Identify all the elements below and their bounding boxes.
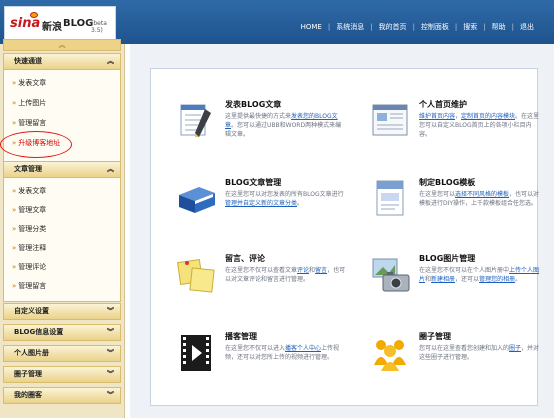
feature-desc-text: ，还可以	[455, 276, 480, 283]
logo-beta-text: (beta 3.5)	[91, 20, 107, 34]
feature-title[interactable]: BLOG图片管理	[419, 253, 475, 264]
feature-desc-text: 在这里您不仅可以进入	[225, 345, 286, 352]
collapse-button[interactable]: ︽	[3, 39, 121, 51]
logo-xinlang-text: 新浪	[42, 22, 62, 33]
feature-link[interactable]: 圈子	[509, 345, 521, 352]
chevron-up-icon: ︽	[107, 57, 114, 65]
nav-my-homepage[interactable]: 我的首页	[373, 22, 413, 32]
nav-logout[interactable]: 退出	[514, 22, 540, 32]
feature-title[interactable]: 制定BLOG模板	[419, 177, 475, 188]
feature-desc-text: 在这里您不仅可以在个人图片册中	[419, 267, 510, 274]
people-group-icon[interactable]	[369, 331, 413, 375]
feature-desc-text: 在这里您不仅可以查看文章	[225, 267, 298, 274]
section-title: 快速通道	[14, 57, 42, 65]
sidebar-item-post-article[interactable]: » 发表文章	[12, 186, 46, 196]
feature-desc: 在这里您不仅可以进入播客个人中心上传视频，还可以对您所上传的视频进行管理。	[225, 344, 347, 362]
feature-link[interactable]: 留言	[315, 267, 327, 274]
feature-desc: 在这里您可以对您发表的所有BLOG文章进行管理并自定义新的文章分类。	[225, 190, 347, 208]
feature-desc-text: 在这里您可以	[419, 191, 456, 198]
feature-desc-text: 。	[297, 200, 304, 207]
feature-link[interactable]: 定制首页的内容模块	[461, 113, 515, 120]
article-management-list: » 发表文章 » 管理文章 » 管理分类 » 管理注释 » 管理评论 » 管理留言	[3, 178, 121, 302]
feature-link[interactable]: 管理并自定义新的文章分类	[225, 200, 297, 207]
sidebar: ︽ 快速通道 ︽ » 发表文章 » 上传图片 » 管理留言 » 升级博客地址 文章管理 …	[0, 39, 125, 418]
feature-desc: 您可以在这里查看您创建和加入的圈子，并对这些圈子进行管理。	[419, 344, 541, 362]
feature-desc-text: 您可以在这里查看您创建和加入的	[419, 345, 510, 352]
feature-desc: 在这里您不仅可以查看文章评论和留言，也可以对文章评论和留言进行管理。	[225, 266, 347, 284]
content-panel: 发表BLOG文章 这里提供最快捷的方式来发表您的BLOG文章。您可以通过UBB和…	[150, 68, 541, 406]
top-nav: HOME | 系统消息 | 我的首页 | 控制面板 | 搜索 | 帮助 | 退出	[295, 22, 540, 32]
feature-desc-text: 。您可以通过UBB和WORD两种模式来编辑文章。	[225, 122, 342, 138]
webpage-icon[interactable]	[369, 99, 413, 143]
feature-desc: 在这里您不仅可以在个人图片册中上传个人图片和新建相册，还可以管理您的相册。	[419, 266, 541, 284]
feature-desc-text: 在这里您可以对您发表的所有BLOG文章进行	[225, 191, 344, 198]
feature-link[interactable]: 维护首页内容	[419, 113, 455, 120]
feature-desc: 维护首页内容，定制首页的内容模块。在这里您可以自定义BLOG首页上的各项小栏目内…	[419, 112, 541, 139]
feature-link[interactable]: 播客个人中心	[285, 345, 321, 352]
feature-desc-text: 这里提供最快捷的方式来	[225, 113, 292, 120]
notepad-pen-icon[interactable]	[175, 99, 219, 143]
section-title: 文章管理	[14, 165, 42, 173]
chevron-down-icon: ︾	[107, 328, 114, 336]
sidebar-item-manage-comments[interactable]: » 管理评论	[12, 262, 46, 272]
feature-desc: 在这里您可以选择不同风格的模板，也可以对模板进行DIY操作，上千款模板组合任您选…	[419, 190, 541, 208]
section-my-circle-members[interactable]: 我的圈客 ︾	[3, 387, 121, 404]
sina-blog-logo[interactable]: sina 新浪 BLOG (beta 3.5)	[4, 6, 116, 42]
feature-title[interactable]: 发表BLOG文章	[225, 99, 281, 110]
logo-blog-text: BLOG	[63, 18, 94, 29]
template-document-icon[interactable]	[369, 177, 413, 221]
nav-system-messages[interactable]: 系统消息	[330, 22, 370, 32]
blue-book-icon[interactable]	[175, 177, 219, 221]
highlight-oval	[0, 131, 72, 158]
chevron-down-icon: ︾	[107, 391, 114, 399]
sina-eye-icon	[30, 12, 38, 18]
feature-title[interactable]: 个人首页维护	[419, 99, 467, 110]
sticky-notes-icon[interactable]	[175, 253, 219, 297]
film-play-icon[interactable]	[175, 331, 219, 375]
feature-link[interactable]: 管理您的相册	[479, 276, 515, 283]
section-circle-management[interactable]: 圈子管理 ︾	[3, 366, 121, 383]
chevron-up-icon: ︽	[107, 165, 114, 173]
chevron-down-icon: ︾	[107, 370, 114, 378]
nav-control-panel[interactable]: 控制面板	[415, 22, 455, 32]
section-custom-settings[interactable]: 自定义设置 ︾	[3, 303, 121, 320]
sidebar-item-manage-messages[interactable]: » 管理留言	[12, 281, 46, 291]
chevron-down-icon: ︾	[107, 307, 114, 315]
nav-home[interactable]: HOME	[295, 23, 328, 31]
sidebar-item-manage-articles[interactable]: » 管理文章	[12, 205, 46, 215]
sidebar-item-upload-image[interactable]: » 上传图片	[12, 98, 46, 108]
feature-link[interactable]: 评论	[297, 267, 309, 274]
chevron-down-icon: ︾	[107, 349, 114, 357]
sidebar-item-manage-annotations[interactable]: » 管理注释	[12, 243, 46, 253]
nav-search[interactable]: 搜索	[457, 22, 483, 32]
sidebar-item-manage-messages[interactable]: » 管理留言	[12, 118, 46, 128]
feature-link[interactable]: 选择不同风格的模板	[455, 191, 509, 198]
section-blog-info-settings[interactable]: BLOG信息设置 ︾	[3, 324, 121, 341]
sidebar-item-post-article[interactable]: » 发表文章	[12, 78, 46, 88]
section-article-management[interactable]: 文章管理 ︽	[3, 161, 121, 178]
section-personal-album[interactable]: 个人图片册 ︾	[3, 345, 121, 362]
feature-title[interactable]: BLOG文章管理	[225, 177, 281, 188]
feature-title[interactable]: 圈子管理	[419, 331, 451, 342]
feature-desc-text: 。	[515, 276, 522, 283]
sidebar-item-manage-categories[interactable]: » 管理分类	[12, 224, 46, 234]
feature-link[interactable]: 新建相册	[431, 276, 455, 283]
logo-sina-text: sina	[10, 16, 41, 31]
feature-desc: 这里提供最快捷的方式来发表您的BLOG文章。您可以通过UBB和WORD两种模式来…	[225, 112, 347, 139]
camera-photo-icon[interactable]	[369, 253, 413, 297]
section-quick-access[interactable]: 快速通道 ︽	[3, 53, 121, 70]
nav-help[interactable]: 帮助	[486, 22, 512, 32]
feature-title[interactable]: 留言、评论	[225, 253, 265, 264]
feature-title[interactable]: 播客管理	[225, 331, 257, 342]
top-header: sina 新浪 BLOG (beta 3.5) HOME | 系统消息 | 我的首页…	[0, 0, 554, 44]
